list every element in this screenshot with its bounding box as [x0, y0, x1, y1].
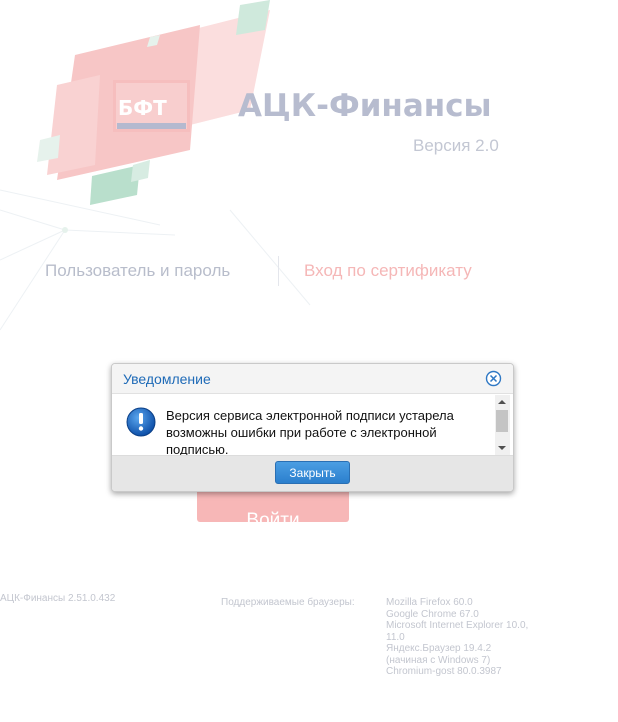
build-version: АЦК-Финансы 2.51.0.432 [0, 593, 116, 604]
dialog-scrollbar[interactable] [495, 395, 510, 455]
scroll-down-arrow-icon[interactable] [498, 446, 506, 450]
browser-item: Microsoft Internet Explorer 10.0, [386, 620, 529, 631]
browser-item: (начиная с Windows 7) [386, 654, 491, 666]
browser-item: Mozilla Firefox 60.0 [386, 597, 473, 608]
tab-divider [278, 256, 279, 286]
tab-user-password[interactable]: Пользователь и пароль [45, 261, 230, 281]
dialog-body: Версия сервиса электронной подписи устар… [112, 395, 513, 455]
dialog-footer: Закрыть [112, 455, 513, 491]
dialog-title: Уведомление [123, 371, 211, 387]
info-icon [126, 407, 156, 437]
scroll-thumb[interactable] [496, 410, 508, 432]
close-circle-icon[interactable] [485, 370, 502, 387]
tab-certificate[interactable]: Вход по сертификату [304, 261, 472, 281]
dialog-message: Версия сервиса электронной подписи устар… [166, 408, 454, 455]
login-button-label: Войти [246, 510, 300, 531]
notification-dialog: Уведомление Версия сервиса электронной п… [111, 363, 514, 492]
app-title: АЦК-Финансы [238, 88, 492, 124]
supported-browsers-list: Mozilla Firefox 60.0 Google Chrome 67.0 … [386, 597, 528, 678]
browser-item: Google Chrome 67.0 [386, 608, 479, 620]
browser-item: Chromium-gost 80.0.3987 [386, 666, 502, 677]
bft-logo-text: БФТ [118, 96, 167, 120]
supported-browsers-label: Поддерживаемые браузеры: [221, 597, 355, 608]
dialog-header: Уведомление [112, 364, 513, 394]
scroll-up-arrow-icon[interactable] [498, 400, 506, 404]
app-version: Версия 2.0 [413, 136, 499, 155]
browser-item: Яндекс.Браузер 19.4.2 [386, 643, 492, 654]
browser-item: 11.0 [386, 631, 405, 643]
close-button[interactable]: Закрыть [275, 461, 350, 484]
bft-logo-bar [117, 123, 186, 129]
